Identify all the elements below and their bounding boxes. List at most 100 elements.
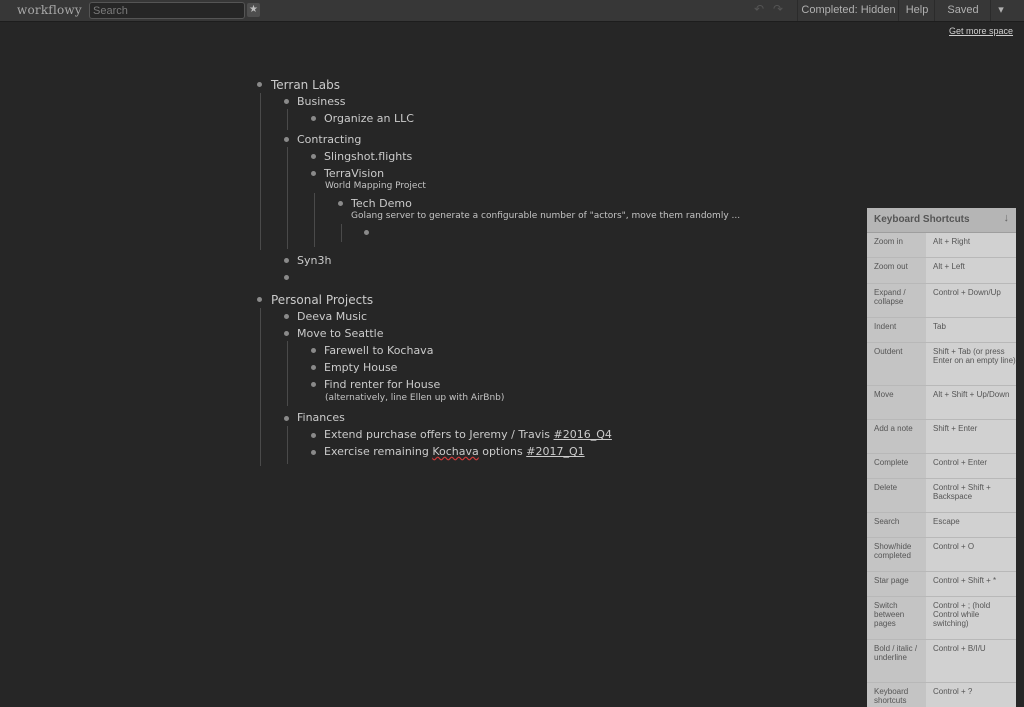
shortcut-action: Star page [867,572,926,596]
shortcut-keys: Control + Shift + Backspace [926,479,1016,512]
shortcut-keys: Shift + Enter [926,420,1016,453]
shortcut-row: Move Alt + Shift + Up/Down [867,386,1016,420]
bullet[interactable] [284,416,289,421]
shortcut-action: Indent [867,318,926,342]
list-item[interactable]: Farewell to Kochava [324,344,433,357]
guide-line [287,341,288,406]
shortcut-row: Show/hide completed Control + O [867,538,1016,572]
shortcut-action: Show/hide completed [867,538,926,571]
list-item[interactable]: Business [297,95,346,108]
bullet-empty[interactable] [364,230,369,235]
shortcut-action: Zoom in [867,233,926,257]
bullet[interactable] [311,382,316,387]
bullet[interactable] [284,314,289,319]
shortcut-row: Complete Control + Enter [867,454,1016,479]
guide-line [260,308,261,466]
list-item[interactable]: TerraVision [324,167,384,180]
bullet[interactable] [311,154,316,159]
bullet[interactable] [284,137,289,142]
guide-line [341,224,342,242]
item-text: Exercise remaining [324,445,433,458]
shortcut-keys: Tab [926,318,1016,342]
item-text: options [478,445,527,458]
shortcut-keys: Control + Enter [926,454,1016,478]
bullet[interactable] [284,331,289,336]
bullet[interactable] [311,116,316,121]
list-item[interactable]: Extend purchase offers to Jeremy / Travi… [324,428,612,441]
shortcut-action: Search [867,513,926,537]
item-note[interactable]: (alternatively, line Ellen up with AirBn… [325,393,504,403]
misspelled-word: Kochava [432,445,479,458]
guide-line [260,93,261,250]
shortcut-action: Switch between pages [867,597,926,639]
item-text: Extend purchase offers to Jeremy / Travi… [324,428,554,441]
shortcut-action: Complete [867,454,926,478]
shortcut-action: Add a note [867,420,926,453]
collapse-arrow-icon[interactable]: ↓ [1004,212,1010,224]
shortcut-action: Keyboard shortcuts [867,683,926,707]
shortcuts-list: Zoom in Alt + Right Zoom out Alt + Left Expa… [867,233,1016,707]
list-item[interactable]: Tech Demo [351,197,412,210]
bullet[interactable] [311,450,316,455]
shortcut-row: Delete Control + Shift + Backspace [867,479,1016,513]
item-note[interactable]: Golang server to generate a configurable… [351,211,740,221]
list-item[interactable]: Contracting [297,133,361,146]
shortcut-row: Switch between pages Control + ; (hold Co… [867,597,1016,640]
shortcut-action: Outdent [867,343,926,385]
shortcut-keys: Alt + Left [926,258,1016,283]
shortcut-action: Delete [867,479,926,512]
list-item[interactable]: Personal Projects [271,293,373,307]
list-item[interactable]: Deeva Music [297,310,367,323]
list-item[interactable]: Syn3h [297,254,331,267]
list-item[interactable]: Finances [297,411,345,424]
shortcut-row: Keyboard shortcuts Control + ? [867,683,1016,707]
shortcut-row: Outdent Shift + Tab (or press Enter on an… [867,343,1016,386]
shortcut-action: Move [867,386,926,419]
hashtag-link[interactable]: #2017_Q1 [526,445,584,458]
shortcut-row: Add a note Shift + Enter [867,420,1016,454]
guide-line [287,109,288,130]
bullet[interactable] [284,258,289,263]
list-item[interactable]: Organize an LLC [324,112,414,125]
bullet[interactable] [257,297,262,302]
keyboard-shortcuts-panel: Keyboard Shortcuts ↓ Zoom in Alt + Right Z… [867,208,1016,707]
bullet-empty[interactable] [284,275,289,280]
panel-title: Keyboard Shortcuts [874,214,970,225]
bullet[interactable] [257,82,262,87]
shortcut-row: Expand / collapse Control + Down/Up [867,284,1016,318]
shortcut-keys: Alt + Shift + Up/Down [926,386,1016,419]
bullet[interactable] [284,99,289,104]
bullet[interactable] [311,433,316,438]
list-item[interactable]: Slingshot.flights [324,150,412,163]
shortcut-keys: Shift + Tab (or press Enter on an empty … [926,343,1016,385]
shortcut-keys: Control + ; (hold Control while switchin… [926,597,1016,639]
shortcut-keys: Control + B/I/U [926,640,1016,682]
item-note[interactable]: World Mapping Project [325,181,426,191]
list-item[interactable]: Find renter for House [324,378,440,391]
shortcut-keys: Control + Shift + * [926,572,1016,596]
list-item[interactable]: Move to Seattle [297,327,383,340]
shortcut-row: Indent Tab [867,318,1016,343]
hashtag-link[interactable]: #2016_Q4 [554,428,612,441]
bullet[interactable] [338,201,343,206]
list-item[interactable]: Terran Labs [271,78,340,92]
bullet[interactable] [311,171,316,176]
shortcut-row: Star page Control + Shift + * [867,572,1016,597]
list-item[interactable]: Exercise remaining Kochava options #2017… [324,445,585,458]
shortcut-row: Zoom in Alt + Right [867,233,1016,258]
bullet[interactable] [311,365,316,370]
shortcut-keys: Alt + Right [926,233,1016,257]
shortcut-keys: Control + O [926,538,1016,571]
shortcut-row: Search Escape [867,513,1016,538]
item-text: Farewell to [324,344,388,357]
shortcut-keys: Escape [926,513,1016,537]
item-text: Kochava [387,344,434,357]
shortcut-row: Zoom out Alt + Left [867,258,1016,284]
list-item[interactable]: Empty House [324,361,397,374]
shortcut-keys: Control + ? [926,683,1016,707]
keyboard-shortcuts-header[interactable]: Keyboard Shortcuts ↓ [867,208,1016,233]
shortcut-action: Zoom out [867,258,926,283]
guide-line [314,193,315,247]
guide-line [287,147,288,249]
bullet[interactable] [311,348,316,353]
